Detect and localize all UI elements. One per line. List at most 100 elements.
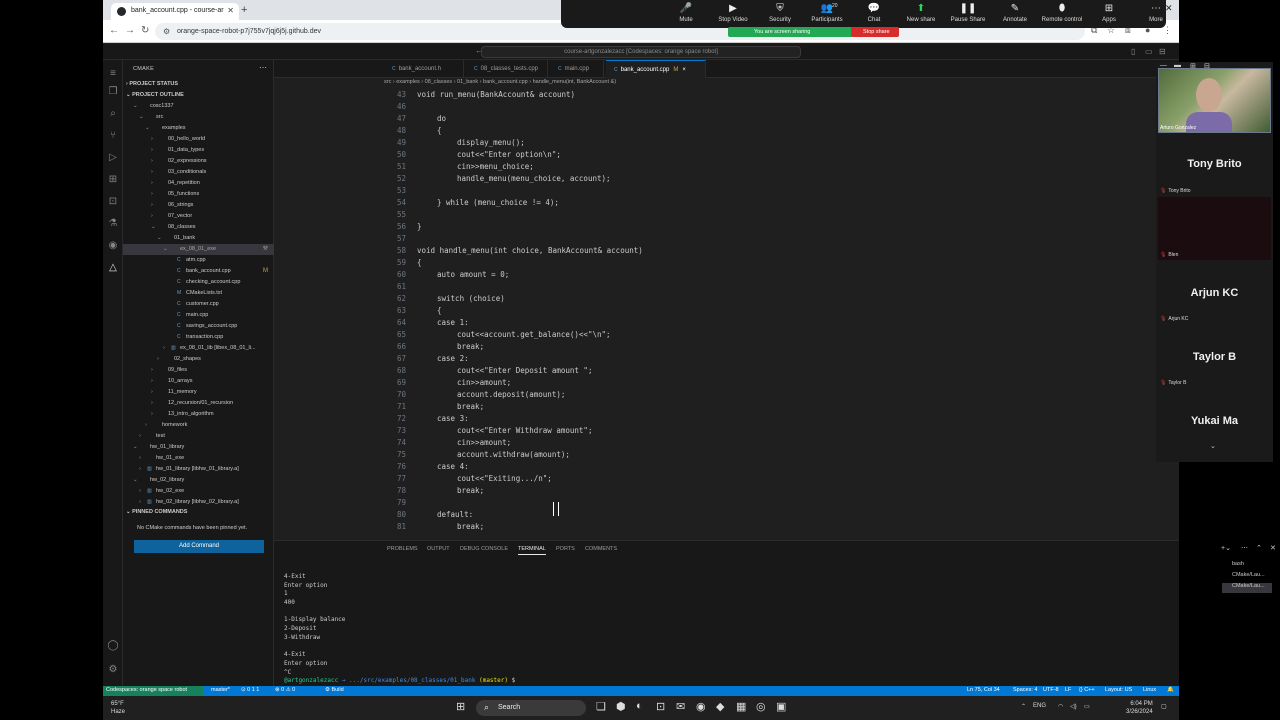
panel-tab[interactable]: PROBLEMS — [387, 546, 418, 552]
tree-item[interactable]: › ▥ hw_01_library [libhw_01_library.a] — [123, 464, 274, 475]
tree-item[interactable]: › 11_memory — [123, 387, 274, 398]
pinned-commands-section[interactable]: ⌄ PINNED COMMANDS — [126, 509, 187, 515]
tree-item[interactable]: › 06_strings — [123, 200, 274, 211]
tree-item[interactable]: › 07_vector — [123, 211, 274, 222]
tree-item[interactable]: › 13_intro_algorithm — [123, 409, 274, 420]
code-line[interactable]: void run_menu(BankAccount& account) — [417, 90, 575, 99]
tree-item[interactable]: › 02_shapes — [123, 354, 274, 365]
code-line[interactable]: break; — [457, 342, 484, 351]
participant-tile-name[interactable]: Tony Brito — [1158, 158, 1271, 170]
code-line[interactable]: account.withdraw(amount); — [457, 450, 570, 459]
tree-item[interactable]: › 00_hello_world — [123, 134, 274, 145]
build-button[interactable]: ⚙ Build — [325, 687, 344, 693]
code-line[interactable]: display_menu(); — [457, 138, 525, 147]
tree-item[interactable]: ⌄ hw_01_library — [123, 442, 274, 453]
tree-item[interactable]: M CMakeLists.txt — [123, 288, 274, 299]
participants-button[interactable]: 👥 Participants 20 — [802, 3, 852, 23]
search-icon[interactable]: ⌕ — [103, 108, 123, 119]
stop-video-button[interactable]: ▶ Stop Video — [708, 3, 758, 23]
collapsed-chevron-icon[interactable]: › — [157, 354, 165, 365]
code-line[interactable]: { — [437, 306, 442, 315]
task-view-icon[interactable]: ❏ — [596, 700, 606, 713]
code-line[interactable]: cin>>amount; — [457, 378, 511, 387]
collapsed-chevron-icon[interactable]: › — [139, 497, 147, 508]
annotate-button[interactable]: ✎ Annotate — [990, 3, 1040, 23]
indentation[interactable]: Spaces: 4 — [1013, 687, 1037, 693]
tree-item[interactable]: Csavings_account.cpp — [123, 321, 274, 332]
editor-tab[interactable]: C 08_classes_tests.cpp — [466, 60, 548, 78]
code-line[interactable]: case 1: — [437, 318, 469, 327]
expanded-chevron-icon[interactable]: ⌄ — [145, 123, 153, 134]
code-line[interactable]: cin>>amount; — [457, 438, 511, 447]
vscode-app-icon[interactable]: ◆ — [716, 700, 724, 713]
expanded-chevron-icon[interactable]: ⌄ — [139, 112, 147, 123]
terminal-list-item[interactable]: CMake/Lau... — [1222, 572, 1272, 582]
security-button[interactable]: ⛨ Security — [755, 3, 805, 23]
code-line[interactable]: break; — [457, 486, 484, 495]
tree-item[interactable]: › ▥ hw_02_library [libhw_02_library.a] — [123, 497, 274, 508]
code-line[interactable]: cin>>menu_choice; — [457, 162, 534, 171]
code-line[interactable]: do — [437, 114, 446, 123]
tree-item[interactable]: ⌄ ex_08_01_exe ⚒ — [123, 244, 274, 255]
problems-indicator[interactable]: ⊗ 0 ⚠ 0 — [275, 687, 295, 693]
terminal-prompt[interactable]: @artgonzalezacc → .../src/examples/08_cl… — [284, 677, 1104, 686]
collapsed-chevron-icon[interactable]: › — [163, 343, 171, 354]
zoom-icon[interactable]: ◉ — [696, 700, 706, 713]
clock[interactable]: 6:04 PM 3/26/2024 — [1126, 700, 1153, 716]
tree-item[interactable]: › test — [123, 431, 274, 442]
scroll-down-icon[interactable]: ⌄ — [1210, 442, 1216, 450]
chat-button[interactable]: 💬 Chat — [849, 3, 899, 23]
toggle-panel-icon[interactable]: ▭ — [1145, 47, 1153, 56]
extensions-view-icon[interactable]: ⊞ — [103, 174, 123, 185]
tree-item[interactable]: › 01_data_types — [123, 145, 274, 156]
os-indicator[interactable]: Linux — [1143, 687, 1156, 693]
panel-more-icon[interactable]: ⋯ — [1241, 544, 1248, 552]
expanded-chevron-icon[interactable]: ⌄ — [133, 442, 141, 453]
code-line[interactable]: break; — [457, 522, 484, 531]
code-line[interactable]: cout<<"Enter option\n"; — [457, 150, 561, 159]
collapsed-chevron-icon[interactable]: › — [151, 365, 159, 376]
code-line[interactable]: void handle_menu(int choice, BankAccount… — [417, 246, 643, 255]
expanded-chevron-icon[interactable]: ⌄ — [151, 222, 159, 233]
menu-icon[interactable]: ≡ — [103, 68, 123, 79]
edge-icon[interactable]: ◐ — [636, 700, 643, 712]
code-line[interactable]: switch (choice) — [437, 294, 505, 303]
code-line[interactable]: auto amount = 0; — [437, 270, 509, 279]
code-line[interactable]: handle_menu(menu_choice, account); — [457, 174, 611, 183]
tree-item[interactable]: › 05_functions — [123, 189, 274, 200]
terminal-list-item[interactable]: CMake/Lau... — [1222, 583, 1272, 593]
remote-explorer-icon[interactable]: ⊡ — [103, 196, 123, 207]
pause-share-button[interactable]: ❚❚ Pause Share — [943, 3, 993, 23]
teams-icon[interactable]: ⬢ — [616, 700, 626, 713]
breadcrumb[interactable]: src › examples › 08_classes › 01_bank › … — [384, 79, 616, 89]
collapsed-chevron-icon[interactable]: › — [151, 376, 159, 387]
tree-item[interactable]: › ▥ hw_02_exe — [123, 486, 274, 497]
weather-widget[interactable]: 65°F Haze — [111, 700, 125, 716]
battery-icon[interactable]: ▭ — [1084, 703, 1090, 710]
collapsed-chevron-icon[interactable]: › — [151, 398, 159, 409]
terminal-list-item[interactable]: bash — [1222, 561, 1272, 571]
tree-item[interactable]: › 12_recursion/01_recursion — [123, 398, 274, 409]
keyboard-layout[interactable]: Layout: US — [1105, 687, 1132, 693]
pdf-icon[interactable]: ▣ — [776, 700, 786, 713]
forward-icon[interactable]: → — [125, 25, 135, 36]
cursor-position[interactable]: Ln 75, Col 34 — [967, 687, 1000, 693]
windows-start-icon[interactable]: ⊞ — [456, 700, 465, 713]
run-debug-icon[interactable]: ▷ — [103, 152, 123, 163]
collapsed-chevron-icon[interactable]: › — [139, 431, 147, 442]
collapsed-chevron-icon[interactable]: › — [139, 453, 147, 464]
notifications-icon[interactable]: 🔔 — [1167, 687, 1174, 693]
code-line[interactable]: case 2: — [437, 354, 469, 363]
expanded-chevron-icon[interactable]: ⌄ — [157, 233, 165, 244]
browser-tab[interactable]: bank_account.cpp - course-ar ✕ — [111, 3, 239, 20]
tree-item[interactable]: ⌄ examples — [123, 123, 274, 134]
collapsed-chevron-icon[interactable]: › — [151, 200, 159, 211]
mute-button[interactable]: 🎤 Mute — [661, 3, 711, 23]
store-icon[interactable]: ⊡ — [656, 700, 665, 713]
collapsed-chevron-icon[interactable]: › — [151, 167, 159, 178]
tree-item[interactable]: Cbank_account.cpp M — [123, 266, 274, 277]
stop-share-button[interactable]: Stop share — [851, 27, 899, 37]
editor-tab[interactable]: Cbank_account.cpp M × — [606, 60, 706, 78]
wifi-icon[interactable]: ◠ — [1058, 703, 1063, 710]
code-line[interactable]: default: — [437, 510, 473, 519]
